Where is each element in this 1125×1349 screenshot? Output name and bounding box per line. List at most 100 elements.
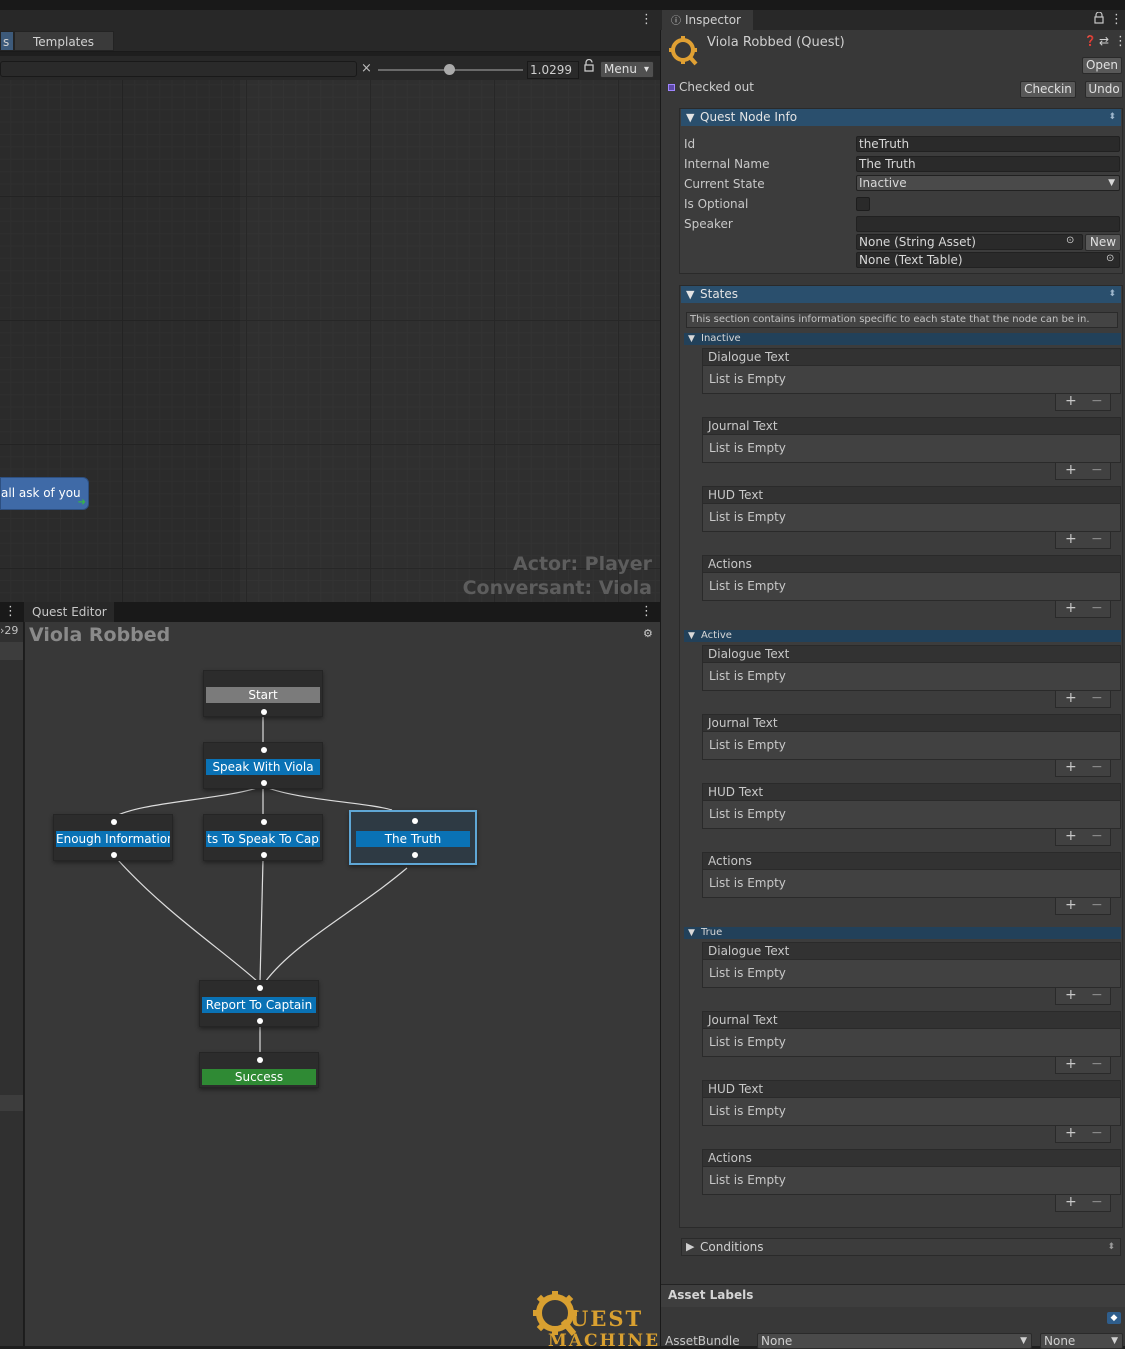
add-icon[interactable]: + (1065, 898, 1077, 913)
internal-name-field[interactable]: The Truth (856, 156, 1120, 172)
quest-node-report-to-captain[interactable]: Report To Captain (199, 980, 319, 1027)
tag-icon[interactable]: ◆ (1107, 1312, 1121, 1324)
output-port[interactable] (261, 780, 267, 786)
list-footer: + − (1055, 1126, 1111, 1143)
output-port[interactable] (412, 852, 418, 858)
lock-icon[interactable] (583, 58, 595, 73)
quest-editor-options-icon[interactable]: ⋮ (640, 604, 653, 619)
remove-icon[interactable]: − (1091, 394, 1103, 409)
input-port[interactable] (257, 1057, 263, 1063)
state-active-header[interactable]: ▼ Active (684, 630, 1121, 642)
asset-variant-dropdown[interactable]: None ▼ (1040, 1333, 1123, 1349)
input-port[interactable] (257, 985, 263, 991)
list-dialogue-text: Dialogue Text (702, 942, 1121, 960)
id-label: Id (684, 137, 696, 151)
asset-options-icon[interactable]: ⋮ (1114, 34, 1125, 49)
remove-icon[interactable]: − (1091, 691, 1103, 706)
triangle-down-icon: ▼ (688, 928, 695, 938)
state-inactive-header[interactable]: ▼ Inactive (684, 333, 1121, 345)
node-label: Success (202, 1069, 316, 1085)
remove-icon[interactable]: − (1091, 760, 1103, 775)
output-port[interactable] (257, 1018, 263, 1024)
object-picker-icon[interactable]: ⊙ (1106, 253, 1114, 264)
asset-bundle-dropdown[interactable]: None ▼ (757, 1333, 1032, 1349)
remove-icon[interactable]: − (1091, 1195, 1103, 1210)
id-field[interactable]: theTruth (856, 136, 1120, 152)
remove-icon[interactable]: − (1091, 463, 1103, 478)
dialogue-entry-node[interactable]: all ask of you ➜ (0, 477, 89, 510)
is-optional-checkbox[interactable] (856, 197, 870, 211)
speaker-field[interactable] (856, 216, 1120, 232)
input-port[interactable] (261, 747, 267, 753)
canvas-region (240, 80, 660, 602)
remove-icon[interactable]: − (1091, 1126, 1103, 1141)
search-input[interactable] (0, 61, 357, 77)
preset-icon[interactable]: ⇄ (1099, 34, 1109, 48)
add-icon[interactable]: + (1065, 1057, 1077, 1072)
remove-icon[interactable]: − (1091, 898, 1103, 913)
quest-node-enough-information[interactable]: Enough Information (53, 814, 173, 861)
checked-out-icon (668, 84, 675, 91)
tab-quest-editor[interactable]: Quest Editor (24, 602, 114, 622)
side-row[interactable] (0, 1095, 23, 1111)
add-icon[interactable]: + (1065, 760, 1077, 775)
states-header[interactable]: ▼ States ⬍ (681, 286, 1121, 303)
open-button[interactable]: Open (1082, 57, 1122, 74)
output-port[interactable] (261, 709, 267, 715)
zoom-value-field[interactable]: 1.0299 (527, 61, 579, 79)
left-panel-options-icon[interactable]: ⋮ (4, 604, 17, 619)
quest-node-speak-with-viola[interactable]: Speak With Viola (203, 742, 323, 789)
add-icon[interactable]: + (1065, 463, 1077, 478)
clear-search-icon[interactable]: × (361, 61, 372, 76)
checkin-button[interactable]: Checkin (1020, 81, 1076, 98)
menu-dropdown[interactable]: Menu ▾ (600, 61, 654, 78)
state-true-header[interactable]: ▼ True (684, 927, 1121, 939)
input-port[interactable] (412, 818, 418, 824)
current-state-value: Inactive (859, 176, 907, 190)
add-icon[interactable]: + (1065, 988, 1077, 1003)
triangle-right-icon: ▶ (686, 1240, 695, 1253)
dialogue-editor-options-icon[interactable]: ⋮ (640, 12, 653, 27)
add-icon[interactable]: + (1065, 829, 1077, 844)
add-icon[interactable]: + (1065, 394, 1077, 409)
quest-node-start[interactable]: Start (203, 670, 323, 717)
output-port[interactable] (111, 852, 117, 858)
quest-node-success[interactable]: Success (199, 1052, 319, 1088)
help-icon[interactable]: ❓ (1084, 36, 1096, 47)
quest-node-the-truth-selected[interactable]: The Truth (349, 810, 477, 865)
inspector-options-icon[interactable]: ⋮ (1110, 12, 1123, 27)
remove-icon[interactable]: − (1091, 988, 1103, 1003)
add-icon[interactable]: + (1065, 601, 1077, 616)
add-icon[interactable]: + (1065, 691, 1077, 706)
current-state-dropdown[interactable]: Inactive ▼ (856, 175, 1120, 191)
tab-conversations[interactable]: s (0, 31, 14, 51)
remove-icon[interactable]: − (1091, 532, 1103, 547)
output-port[interactable] (261, 852, 267, 858)
add-icon[interactable]: + (1065, 1195, 1077, 1210)
lock-icon[interactable] (1093, 11, 1105, 24)
new-button[interactable]: New (1085, 234, 1121, 251)
add-icon[interactable]: + (1065, 1126, 1077, 1141)
input-port[interactable] (261, 819, 267, 825)
object-picker-icon[interactable]: ⊙ (1066, 235, 1074, 246)
section-title: Quest Node Info (700, 110, 798, 124)
list-empty: List is Empty (702, 504, 1121, 532)
text-table-field[interactable]: None (Text Table) (856, 252, 1120, 268)
states-help-box: This section contains information specif… (686, 312, 1118, 328)
quest-node-info-header[interactable]: ▼ Quest Node Info ⬍ (681, 109, 1121, 126)
side-row[interactable] (0, 642, 23, 660)
tab-templates[interactable]: Templates (14, 31, 114, 51)
undo-button[interactable]: Undo (1085, 81, 1123, 98)
input-port[interactable] (111, 819, 117, 825)
quest-node-wants-to-speak[interactable]: ts To Speak To Cap (203, 814, 323, 861)
remove-icon[interactable]: − (1091, 601, 1103, 616)
reorder-icon: ⬍ (1108, 112, 1116, 122)
tab-inspector[interactable]: ⓘ Inspector (662, 10, 753, 30)
string-asset-field[interactable]: None (String Asset) (856, 234, 1083, 250)
list-footer: + − (1055, 1057, 1111, 1074)
add-icon[interactable]: + (1065, 532, 1077, 547)
conditions-header[interactable]: ▶ Conditions ⬍ (681, 1238, 1121, 1256)
zoom-slider-handle[interactable] (444, 64, 455, 75)
remove-icon[interactable]: − (1091, 829, 1103, 844)
remove-icon[interactable]: − (1091, 1057, 1103, 1072)
